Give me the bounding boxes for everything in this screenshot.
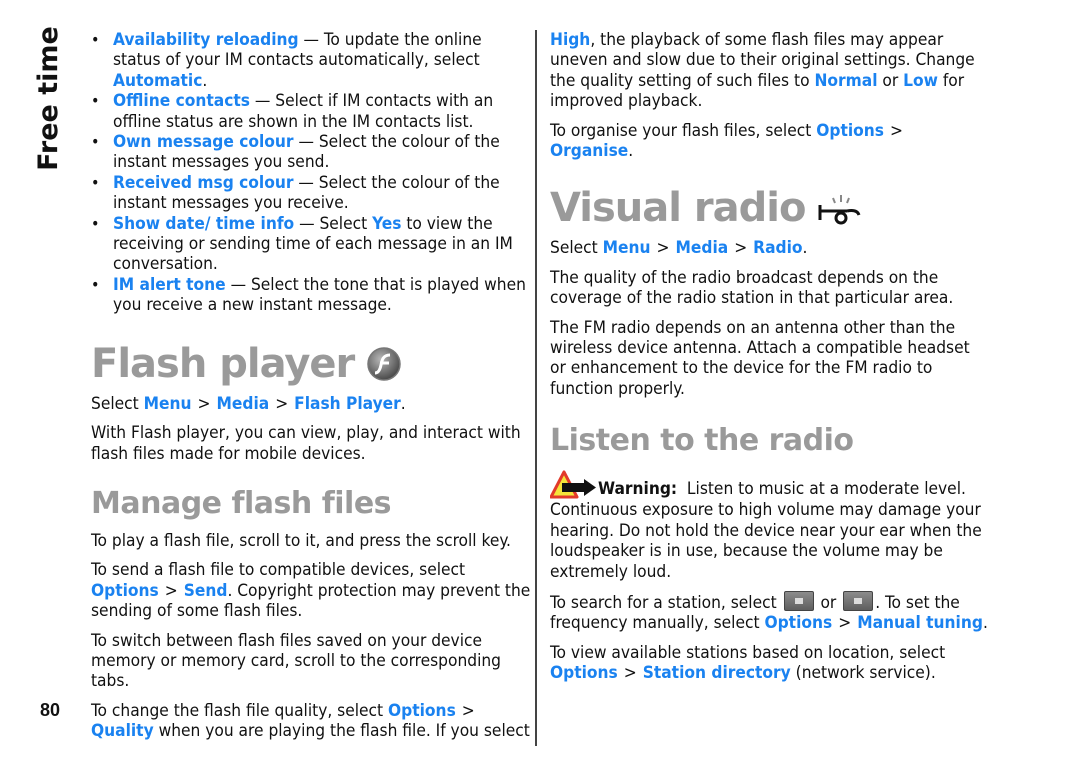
period: . — [982, 613, 988, 634]
warning-paragraph: Warning: Listen to music at a moderate l… — [550, 470, 990, 582]
path-separator: > — [197, 393, 211, 414]
value-low: Low — [903, 70, 938, 91]
period: . — [628, 141, 634, 162]
list-item: Availability reloading — To update the o… — [91, 30, 531, 91]
page-number: 80 — [40, 700, 61, 720]
period: . — [400, 393, 406, 414]
flash-player-icon — [367, 346, 402, 381]
left-column: Availability reloading — To update the o… — [91, 30, 531, 751]
option-term: Own message colour — [113, 132, 294, 153]
chapter-title: Free time — [26, 25, 70, 171]
option-description: — Select — [294, 213, 373, 234]
options-link[interactable]: Options — [764, 613, 832, 633]
quality-link[interactable]: Quality — [91, 721, 154, 741]
right-column: High, the playback of some flash files m… — [550, 30, 990, 693]
manage-paragraph-play: To play a flash file, scroll to it, and … — [91, 530, 511, 551]
section-title-visual-radio: Visual radio — [550, 186, 990, 230]
section-title-listen-to-the-radio: Listen to the radio — [550, 423, 854, 459]
radio-icon — [818, 195, 861, 225]
path-separator: > — [656, 238, 670, 259]
manage-paragraph-quality: To change the flash file quality, select… — [91, 701, 531, 742]
options-link[interactable]: Options — [816, 121, 884, 141]
list-item: IM alert tone — Select the tone that is … — [91, 275, 531, 316]
warning-icon — [550, 470, 596, 499]
menu-link[interactable]: Menu — [144, 394, 192, 414]
section-title-flash-player: Flash player — [91, 342, 531, 386]
path-separator: > — [461, 700, 475, 721]
text: (network service). — [790, 663, 936, 684]
media-link[interactable]: Media — [676, 238, 729, 258]
path-separator: > — [734, 238, 748, 259]
text: To send a flash file to compatible devic… — [91, 560, 466, 581]
flash-player-intro: With Flash player, you can view, play, a… — [91, 423, 521, 464]
list-item: Offline contacts — Select if IM contacts… — [91, 91, 531, 132]
seek-up-button-icon — [843, 590, 874, 611]
period: . — [802, 238, 808, 259]
radio-link[interactable]: Radio — [753, 238, 802, 258]
seek-down-button-icon — [783, 590, 814, 611]
section-title-text: Visual radio — [550, 185, 806, 232]
im-settings-list: Availability reloading — To update the o… — [91, 30, 531, 316]
option-term: Received msg colour — [113, 172, 294, 193]
menu-link[interactable]: Menu — [603, 238, 651, 258]
column-divider — [535, 30, 537, 746]
path-separator: > — [838, 613, 852, 634]
visual-radio-path: Select Menu > Media > Radio. — [550, 238, 990, 258]
list-item: Received msg colour — Select the colour … — [91, 173, 531, 214]
organise-paragraph: To organise your flash files, select Opt… — [550, 121, 990, 162]
option-value: Automatic — [113, 70, 203, 91]
station-directory-paragraph: To view available stations based on loca… — [550, 643, 990, 684]
text: To view available stations based on loca… — [550, 642, 946, 663]
path-separator: > — [623, 663, 637, 684]
text: or — [815, 592, 842, 613]
flash-player-link[interactable]: Flash Player — [294, 394, 401, 414]
option-term: Offline contacts — [113, 91, 250, 112]
path-separator: > — [889, 120, 903, 141]
path-separator: > — [164, 580, 178, 601]
option-term: Show date/ time info — [113, 213, 295, 234]
value-normal: Normal — [814, 70, 878, 91]
section-title-text: Flash player — [91, 340, 355, 387]
text: To search for a station, select — [550, 592, 782, 613]
media-link[interactable]: Media — [217, 394, 270, 414]
flash-player-path: Select Menu > Media > Flash Player. — [91, 394, 531, 414]
options-link[interactable]: Options — [388, 701, 456, 721]
quality-continuation: High, the playback of some flash files m… — [550, 30, 990, 112]
option-value: Yes — [372, 213, 402, 234]
list-item: Show date/ time info — Select Yes to vie… — [91, 214, 531, 275]
text: To change the flash file quality, select — [91, 700, 389, 721]
list-item: Own message colour — Select the colour o… — [91, 132, 531, 173]
text: when you are playing the flash file. If … — [153, 721, 530, 742]
section-title-manage-flash-files: Manage flash files — [91, 485, 392, 521]
radio-quality-paragraph: The quality of the radio broadcast depen… — [550, 267, 954, 309]
value-high: High — [550, 30, 591, 50]
organise-link[interactable]: Organise — [550, 141, 628, 161]
chapter-title-text: Free time — [32, 25, 64, 171]
option-term: Availability reloading — [113, 30, 299, 50]
station-directory-link[interactable]: Station directory — [643, 663, 791, 683]
manage-paragraph-switch: To switch between flash files saved on y… — [91, 630, 501, 692]
options-link[interactable]: Options — [550, 663, 618, 683]
text: or — [877, 70, 904, 91]
radio-antenna-paragraph: The FM radio depends on an antenna other… — [550, 317, 970, 399]
manual-tuning-link[interactable]: Manual tuning — [857, 613, 983, 633]
path-prefix: Select — [550, 238, 603, 259]
text: To organise your flash files, select — [550, 120, 817, 141]
send-link[interactable]: Send — [184, 581, 228, 601]
options-link[interactable]: Options — [91, 581, 159, 601]
warning-label: Warning: — [598, 479, 678, 500]
path-prefix: Select — [91, 393, 144, 414]
path-separator: > — [275, 393, 289, 414]
option-term: IM alert tone — [113, 274, 226, 295]
search-station-paragraph: To search for a station, select or . To … — [550, 590, 990, 634]
manage-paragraph-send: To send a flash file to compatible devic… — [91, 560, 531, 621]
option-tail: . — [202, 70, 208, 91]
